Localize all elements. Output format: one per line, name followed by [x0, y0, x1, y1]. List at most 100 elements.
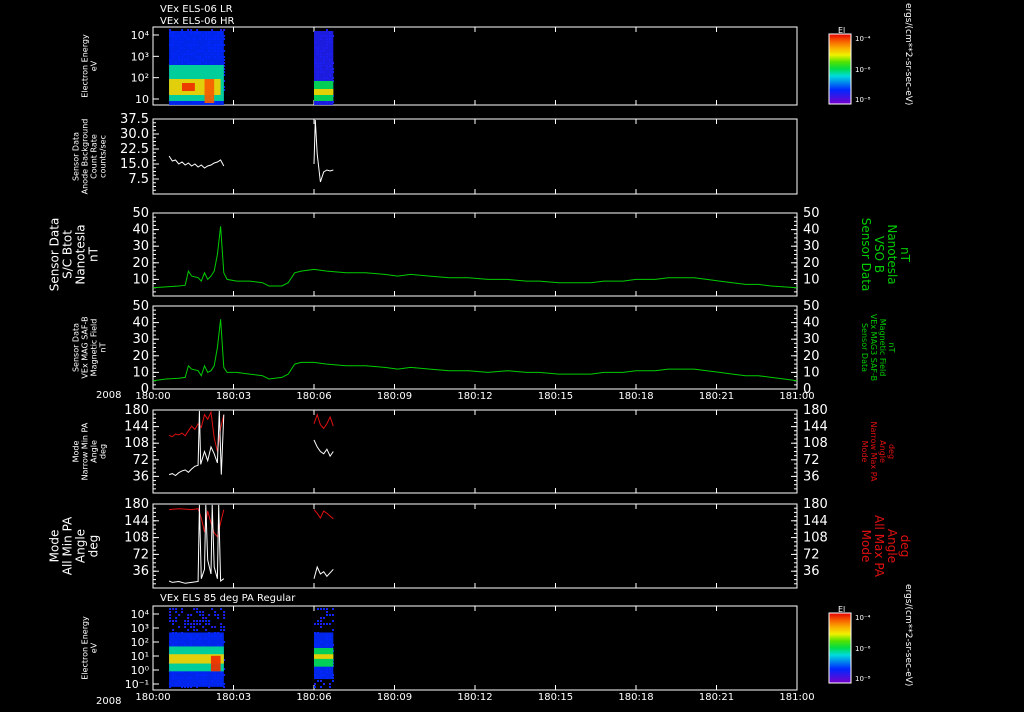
- time-tick-label: 180:15: [538, 692, 573, 703]
- y-tick-label-right: 36: [803, 564, 820, 579]
- panel-frame: [152, 503, 798, 589]
- spectrogram-speckle: [178, 626, 181, 628]
- spectrogram-speckle: [175, 608, 178, 610]
- y-axis-label-line: Electron Energy: [81, 616, 90, 680]
- spectrogram-speckle: [196, 623, 199, 625]
- spectrogram-speckle: [332, 629, 334, 631]
- spectrogram-speckle: [169, 611, 172, 613]
- spectrogram-speckle: [320, 617, 322, 619]
- spectrogram-speckle: [217, 614, 220, 616]
- spectrogram-speckle: [199, 614, 202, 616]
- spectrogram-speckle: [196, 29, 199, 31]
- spectrogram-band: [210, 655, 221, 672]
- spectrogram-speckle: [214, 611, 217, 613]
- time-tick-label: 180:18: [618, 391, 653, 402]
- y-tick-label: 10: [132, 365, 149, 380]
- spectrogram-speckle: [196, 629, 199, 631]
- spectrogram-speckle: [169, 614, 172, 616]
- spectrogram-speckle: [205, 620, 208, 622]
- panel-narrow-pa: Mode Narrow Min PA Angle deg Mode Narrow Max …: [72, 403, 896, 494]
- spectrogram-speckle: [332, 620, 334, 622]
- spectrogram-speckle: [184, 626, 187, 628]
- bottom-panel-title: VEx ELS 85 deg PA Regular: [160, 593, 296, 604]
- series-line: [313, 565, 334, 579]
- spectrogram-speckle: [223, 611, 226, 613]
- spectrogram-speckle: [320, 680, 322, 682]
- series-line: [169, 508, 225, 538]
- y-tick-label: 10³: [131, 622, 149, 635]
- y-axis-label-line: Angle: [74, 529, 88, 563]
- spectrogram-speckle: [320, 608, 322, 610]
- spectrogram-speckle: [320, 686, 322, 688]
- y-tick-label: 10²: [131, 636, 149, 649]
- y-tick-label: 30: [132, 239, 149, 254]
- series-line: [152, 319, 798, 382]
- y-tick-label: 37.5: [120, 112, 149, 127]
- spectrogram-speckle: [332, 608, 334, 610]
- y-tick-label: 40: [132, 316, 149, 331]
- y-tick-label: 36: [132, 469, 149, 484]
- y-tick-label: 10: [132, 272, 149, 287]
- spectrogram-speckle: [184, 623, 187, 625]
- y-tick-label: 50: [132, 206, 149, 221]
- time-tick-label: 180:06: [296, 391, 331, 402]
- right-axis-label-line: All Max PA: [872, 515, 886, 578]
- series-line: [152, 226, 798, 289]
- spectrogram-speckle: [329, 686, 331, 688]
- y-tick-label-right: 108: [803, 436, 828, 451]
- spectrogram-speckle: [223, 617, 226, 619]
- spectrogram-speckle: [169, 620, 172, 622]
- y-axis-label-line: Anode Background: [81, 119, 90, 195]
- time-tick-label: 181:00: [779, 391, 814, 402]
- y-tick-label-right: 108: [803, 531, 828, 546]
- panel-anode-background: Sensor Data Anode Background Count Rate cou…: [72, 112, 798, 195]
- y-axis-label-line: eV: [90, 642, 99, 653]
- spectrogram-speckle: [193, 629, 196, 631]
- spectrogram-speckle: [196, 608, 199, 610]
- y-axis-label-line: Sensor Data: [72, 132, 81, 181]
- y-tick-label-right: 50: [803, 206, 820, 221]
- spectrogram-speckle: [326, 623, 328, 625]
- spectrogram-speckle: [323, 608, 325, 610]
- colorbar-bottom-label-high: 10⁻⁴: [855, 614, 871, 622]
- spectrogram-speckle: [317, 623, 319, 625]
- y-tick-label: 180: [124, 497, 149, 512]
- spectrogram-speckle: [202, 617, 205, 619]
- y-tick-label: 36: [132, 564, 149, 579]
- spectrogram-speckle: [211, 608, 214, 610]
- spectrogram-band: [314, 654, 334, 659]
- spectrogram-speckle: [190, 614, 193, 616]
- spectrogram-speckle: [193, 620, 196, 622]
- spectrogram-speckle: [317, 608, 319, 610]
- spectrogram-speckle: [220, 608, 223, 610]
- y-tick-label-right: 72: [803, 453, 820, 468]
- spectrogram-speckle: [223, 29, 226, 31]
- y-axis-label-line: Angle: [90, 440, 99, 463]
- y-axis-label-line: VEx MAG SAF-B: [81, 316, 90, 378]
- spectrogram-speckle: [190, 626, 193, 628]
- y-axis-label-line: Magnetic Field: [90, 319, 99, 377]
- spectrogram-speckle: [314, 683, 316, 685]
- y-axis-label-line: eV: [90, 60, 99, 71]
- y-tick-label-right: 36: [803, 469, 820, 484]
- spectrogram-speckle: [223, 629, 226, 631]
- y-tick-label-right: 20: [803, 349, 820, 364]
- y-tick-label: 10: [135, 93, 149, 106]
- y-tick-label: 144: [124, 420, 149, 435]
- spectrogram-speckle: [169, 608, 172, 610]
- spectrogram-speckle: [190, 29, 193, 31]
- y-tick-label-right: 10: [803, 365, 820, 380]
- y-tick-label: 108: [124, 531, 149, 546]
- spectrogram-speckle: [323, 617, 325, 619]
- y-tick-label: 40: [132, 223, 149, 238]
- spectrogram-speckle: [187, 620, 190, 622]
- y-tick-label: 180: [124, 403, 149, 418]
- y-axis-label-line: Sensor Data: [72, 323, 81, 372]
- y-axis-label-line: Nanotesla: [74, 224, 88, 284]
- spectrogram-speckle: [326, 611, 328, 613]
- spectrogram-speckle: [196, 620, 199, 622]
- y-tick-label-right: 144: [803, 514, 828, 529]
- spectrogram-speckle: [178, 614, 181, 616]
- right-axis-label-line: nT: [898, 247, 912, 263]
- time-tick-label: 180:15: [538, 391, 573, 402]
